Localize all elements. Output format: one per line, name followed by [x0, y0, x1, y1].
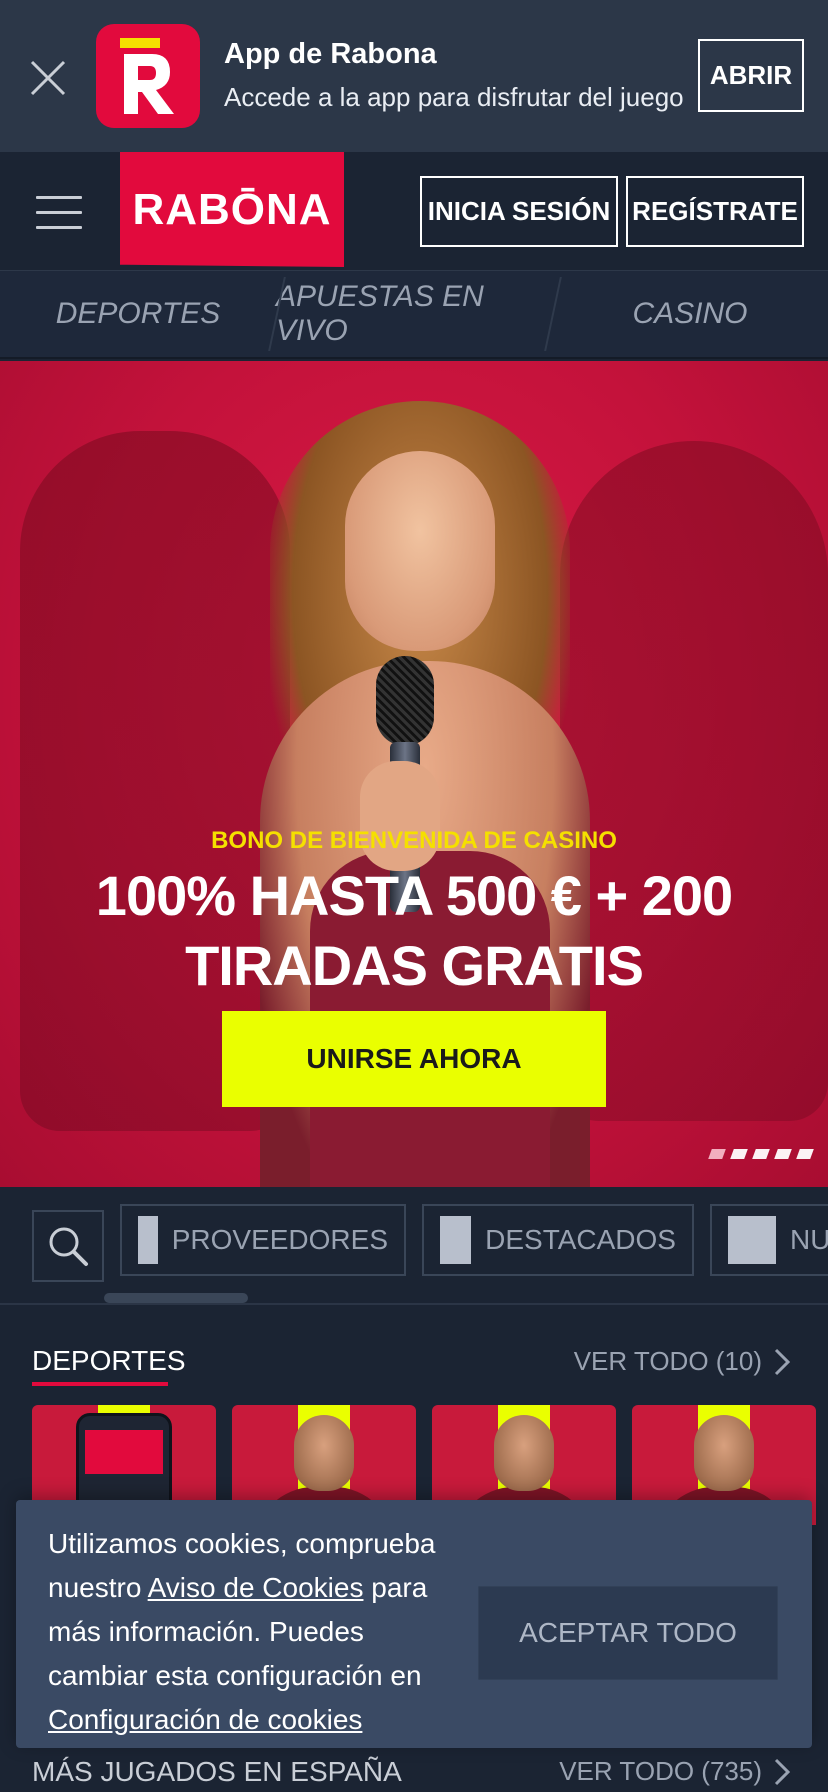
view-all-deportes-link[interactable]: VER TODO (10) — [574, 1346, 790, 1377]
carousel-dot[interactable] — [796, 1149, 814, 1159]
close-icon — [30, 60, 66, 96]
rabona-app-icon — [96, 24, 200, 128]
filter-chip-destacados[interactable]: DESTACADOS — [422, 1204, 694, 1276]
register-button[interactable]: REGÍSTRATE — [626, 176, 804, 247]
cookie-notice-link[interactable]: Aviso de Cookies — [148, 1572, 364, 1603]
chip-label: DESTACADOS — [485, 1224, 676, 1255]
cookie-banner: Utilizamos cookies, comprueba nuestro Av… — [16, 1500, 812, 1748]
search-icon — [49, 1227, 88, 1266]
hero-subtitle: BONO DE BIENVENIDA DE CASINO — [211, 827, 617, 854]
carousel-dot[interactable] — [752, 1149, 770, 1159]
logo-text: RABŌNA — [132, 184, 332, 234]
main-nav: DEPORTES APUESTAS EN VIVO CASINO — [0, 271, 828, 359]
section-underline — [32, 1382, 168, 1386]
horizontal-scrollbar[interactable] — [104, 1293, 248, 1303]
view-all-label: VER TODO (735) — [559, 1756, 762, 1786]
carousel-dots — [708, 1149, 814, 1159]
rabona-logo[interactable]: RABŌNA — [120, 152, 344, 267]
search-button[interactable] — [32, 1210, 104, 1282]
cookie-settings-link[interactable]: Configuración de cookies — [48, 1704, 362, 1735]
hero-title-line2: TIRADAS GRATIS — [185, 934, 644, 997]
tab-casino[interactable]: CASINO — [552, 271, 828, 357]
tab-apuestas-en-vivo[interactable]: APUESTAS EN VIVO — [276, 271, 552, 357]
carousel-dot[interactable] — [774, 1149, 792, 1159]
login-button[interactable]: INICIA SESIÓN — [420, 176, 618, 247]
section-title-mas-jugados: MÁS JUGADOS EN ESPAÑA — [32, 1756, 402, 1787]
rabona-r-icon — [120, 38, 174, 114]
section-title-deportes: DEPORTES — [32, 1345, 186, 1376]
app-subtitle: Accede a la app para disfrutar del juego — [224, 82, 684, 112]
open-app-button[interactable]: ABRIR — [698, 39, 804, 112]
menu-icon[interactable] — [36, 196, 82, 230]
chevron-right-icon — [774, 1758, 790, 1785]
filter-chip-nuevos[interactable]: NU — [710, 1204, 828, 1276]
carousel-dot[interactable] — [708, 1149, 726, 1159]
chip-label: NU — [790, 1224, 828, 1255]
view-all-label: VER TODO (10) — [573, 1346, 762, 1376]
close-banner-button[interactable] — [26, 56, 70, 100]
view-all-mas-jugados-link[interactable]: VER TODO (735) — [559, 1756, 790, 1787]
accept-all-cookies-button[interactable]: ACEPTAR TODO — [478, 1586, 778, 1680]
app-title: App de Rabona — [224, 38, 437, 70]
join-now-button[interactable]: UNIRSE AHORA — [222, 1011, 606, 1107]
cookie-message: Utilizamos cookies, comprueba nuestro Av… — [48, 1522, 438, 1742]
site-header: RABŌNA INICIA SESIÓN REGÍSTRATE — [0, 152, 828, 271]
new-icon — [728, 1216, 776, 1264]
app-install-banner: App de Rabona Accede a la app para disfr… — [0, 0, 828, 152]
providers-icon — [138, 1216, 158, 1264]
featured-icon — [440, 1216, 472, 1264]
game-filter-bar: PROVEEDORES DESTACADOS NU — [0, 1187, 828, 1305]
hero-title: 100% HASTA 500 € + 200 TIRADAS GRATIS — [60, 861, 768, 1001]
hero-title-line1: 100% HASTA 500 € + 200 — [95, 864, 733, 927]
carousel-dot[interactable] — [730, 1149, 748, 1159]
filter-chip-proveedores[interactable]: PROVEEDORES — [120, 1204, 406, 1276]
chip-label: PROVEEDORES — [171, 1224, 388, 1255]
chevron-right-icon — [774, 1348, 790, 1375]
hero-banner[interactable]: BONO DE BIENVENIDA DE CASINO 100% HASTA … — [0, 361, 828, 1187]
tab-deportes[interactable]: DEPORTES — [0, 271, 276, 357]
